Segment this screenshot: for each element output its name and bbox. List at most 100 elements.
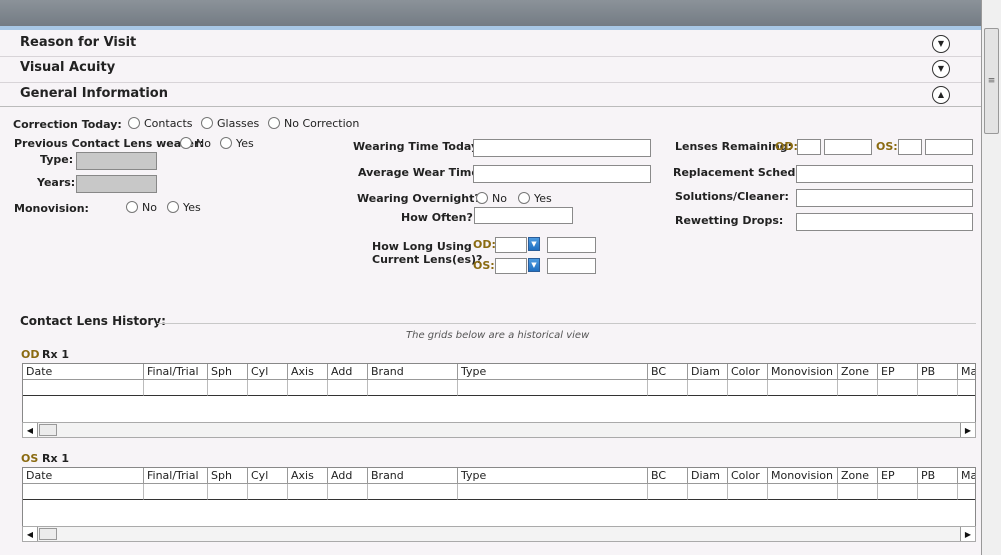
col-pb[interactable]: PB [918, 468, 958, 484]
col-zone[interactable]: Zone [838, 364, 878, 380]
grid-cell[interactable] [878, 484, 918, 500]
col-diam[interactable]: Diam [688, 468, 728, 484]
accordion-reason-for-visit[interactable]: Reason for Visit ▼ [0, 30, 981, 57]
col-ma[interactable]: Ma [958, 364, 975, 380]
grid-cell[interactable] [23, 484, 144, 500]
grid-cell[interactable] [918, 380, 958, 396]
chevron-down-icon[interactable]: ▼ [932, 35, 950, 53]
grid-cell[interactable] [918, 484, 958, 500]
col-ep[interactable]: EP [878, 468, 918, 484]
col-monovision[interactable]: Monovision [768, 364, 838, 380]
col-bc[interactable]: BC [648, 364, 688, 380]
od-grid-horizontal-scrollbar[interactable]: ◀ ▶ [22, 422, 976, 438]
col-ep[interactable]: EP [878, 364, 918, 380]
grid-cell[interactable] [208, 484, 248, 500]
replacement-schedule-field[interactable] [796, 165, 973, 183]
radio-overnight-no[interactable] [476, 192, 488, 204]
arrow-right-icon[interactable]: ▶ [960, 527, 975, 541]
grid-cell[interactable] [144, 484, 208, 500]
chevron-up-icon[interactable]: ▲ [932, 86, 950, 104]
rewetting-drops-field[interactable] [796, 213, 973, 231]
how-long-os-number[interactable] [495, 258, 527, 274]
grid-cell[interactable] [838, 484, 878, 500]
col-date[interactable]: Date [23, 364, 144, 380]
grid-cell[interactable] [688, 484, 728, 500]
lenses-remaining-os-count[interactable] [898, 139, 922, 155]
grid-cell[interactable] [688, 380, 728, 396]
grid-cell[interactable] [458, 380, 648, 396]
lenses-remaining-od-count[interactable] [797, 139, 821, 155]
grid-cell[interactable] [838, 380, 878, 396]
radio-monovision-no[interactable] [126, 201, 138, 213]
dropdown-arrow-icon[interactable]: ▼ [528, 258, 540, 272]
grid-cell[interactable] [648, 380, 688, 396]
scrollbar-thumb[interactable] [39, 528, 57, 540]
chevron-down-icon[interactable]: ▼ [932, 60, 950, 78]
grid-cell[interactable] [728, 380, 768, 396]
grid-cell[interactable] [328, 380, 368, 396]
wearing-time-today-field[interactable] [473, 139, 651, 157]
col-color[interactable]: Color [728, 468, 768, 484]
col-type[interactable]: Type [458, 468, 648, 484]
col-sph[interactable]: Sph [208, 364, 248, 380]
dropdown-arrow-icon[interactable]: ▼ [528, 237, 540, 251]
average-wear-time-field[interactable] [473, 165, 651, 183]
col-monovision[interactable]: Monovision [768, 468, 838, 484]
col-brand[interactable]: Brand [368, 468, 458, 484]
arrow-right-icon[interactable]: ▶ [960, 423, 975, 437]
scrollbar-thumb[interactable] [39, 424, 57, 436]
lenses-remaining-os-unit[interactable] [925, 139, 973, 155]
grid-cell[interactable] [458, 484, 648, 500]
col-add[interactable]: Add [328, 364, 368, 380]
how-long-os-unit[interactable] [547, 258, 596, 274]
grid-cell[interactable] [368, 380, 458, 396]
grid-cell[interactable] [248, 484, 288, 500]
type-field[interactable] [76, 152, 157, 170]
grid-cell[interactable] [958, 484, 975, 500]
grid-cell[interactable] [288, 484, 328, 500]
col-final-trial[interactable]: Final/Trial [144, 364, 208, 380]
col-zone[interactable]: Zone [838, 468, 878, 484]
years-field[interactable] [76, 175, 157, 193]
grid-cell[interactable] [958, 380, 975, 396]
grid-cell[interactable] [248, 380, 288, 396]
col-final-trial[interactable]: Final/Trial [144, 468, 208, 484]
od-history-grid[interactable]: Date Final/Trial Sph Cyl Axis Add Brand … [22, 363, 976, 423]
grid-cell[interactable] [648, 484, 688, 500]
accordion-visual-acuity[interactable]: Visual Acuity ▼ [0, 57, 981, 83]
grid-cell[interactable] [728, 484, 768, 500]
lenses-remaining-od-unit[interactable] [824, 139, 872, 155]
grid-cell[interactable] [328, 484, 368, 500]
grid-cell[interactable] [768, 380, 838, 396]
solutions-cleaner-field[interactable] [796, 189, 973, 207]
grid-cell[interactable] [768, 484, 838, 500]
radio-monovision-yes[interactable] [167, 201, 179, 213]
how-long-od-number[interactable] [495, 237, 527, 253]
col-type[interactable]: Type [458, 364, 648, 380]
col-cyl[interactable]: Cyl [248, 364, 288, 380]
accordion-general-information[interactable]: General Information ▲ [0, 83, 981, 107]
col-sph[interactable]: Sph [208, 468, 248, 484]
how-often-field[interactable] [474, 207, 573, 224]
col-date[interactable]: Date [23, 468, 144, 484]
how-long-od-unit[interactable] [547, 237, 596, 253]
col-diam[interactable]: Diam [688, 364, 728, 380]
col-bc[interactable]: BC [648, 468, 688, 484]
grid-cell[interactable] [288, 380, 328, 396]
grid-cell[interactable] [368, 484, 458, 500]
radio-overnight-yes[interactable] [518, 192, 530, 204]
grid-cell[interactable] [144, 380, 208, 396]
col-cyl[interactable]: Cyl [248, 468, 288, 484]
col-pb[interactable]: PB [918, 364, 958, 380]
os-grid-horizontal-scrollbar[interactable]: ◀ ▶ [22, 526, 976, 542]
col-color[interactable]: Color [728, 364, 768, 380]
grid-cell[interactable] [208, 380, 248, 396]
col-axis[interactable]: Axis [288, 468, 328, 484]
radio-contacts[interactable] [128, 117, 140, 129]
page-vertical-scrollbar[interactable]: ≡ [981, 0, 1001, 555]
grid-cell[interactable] [23, 380, 144, 396]
col-brand[interactable]: Brand [368, 364, 458, 380]
col-axis[interactable]: Axis [288, 364, 328, 380]
radio-glasses[interactable] [201, 117, 213, 129]
radio-previous-no[interactable] [180, 137, 192, 149]
